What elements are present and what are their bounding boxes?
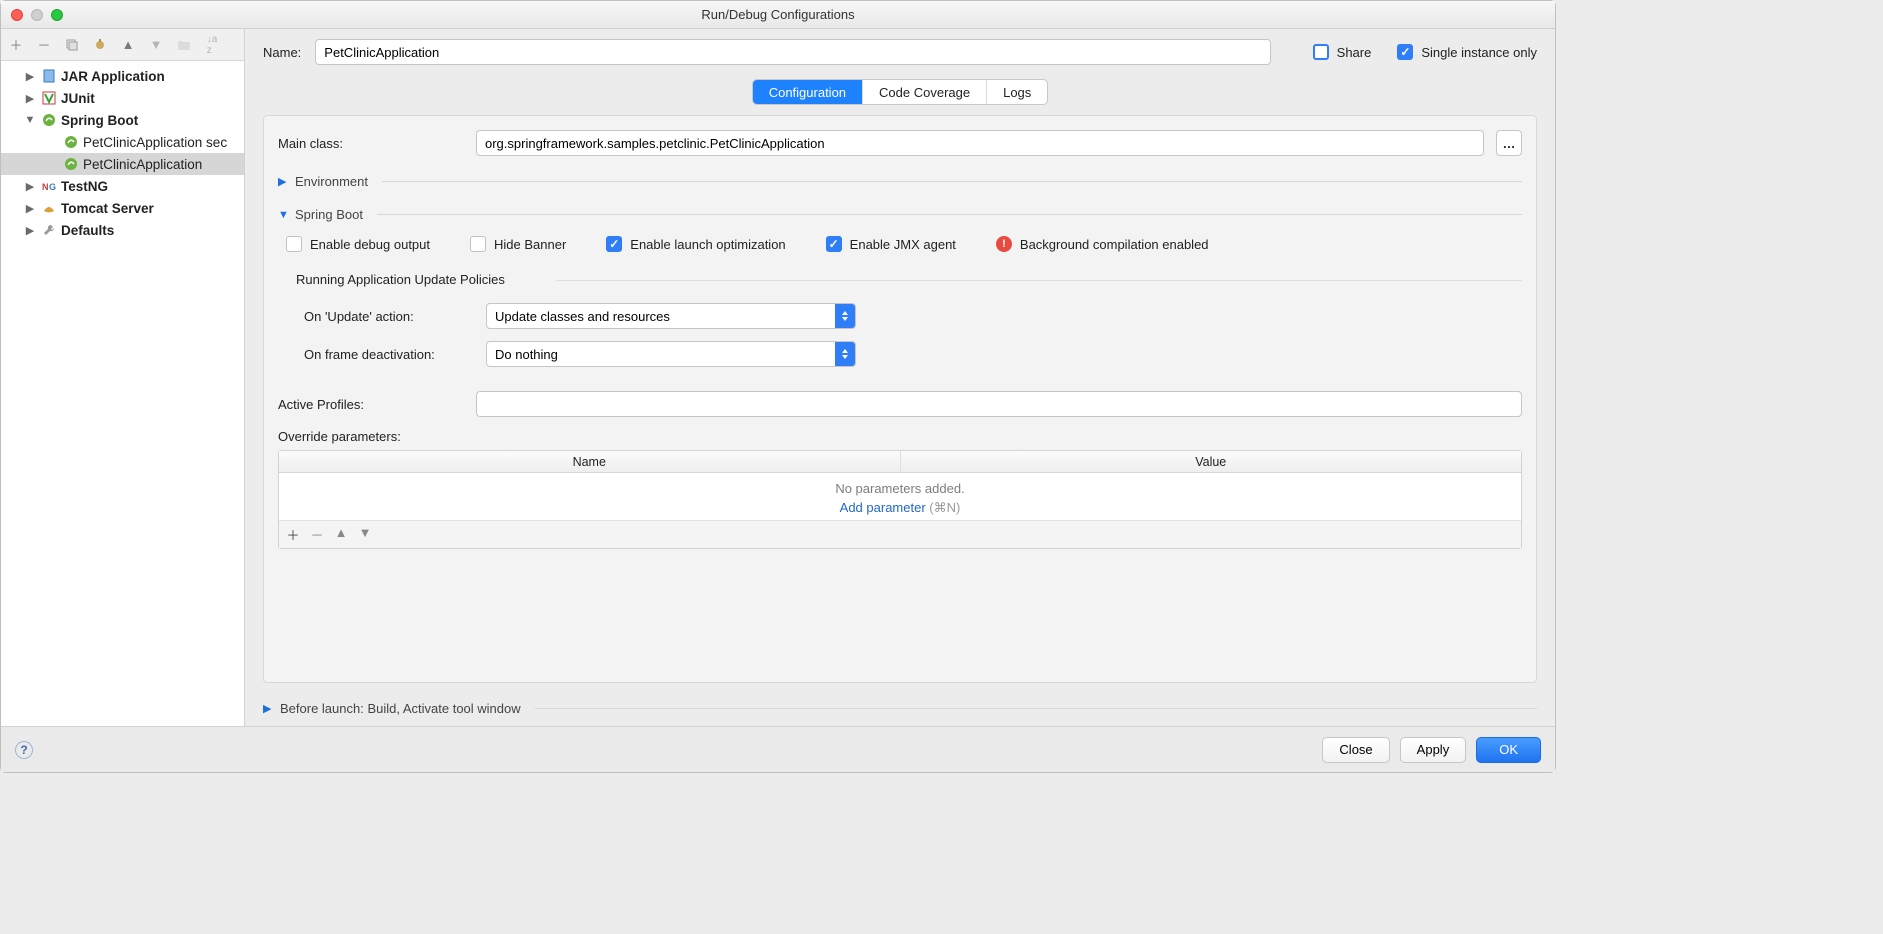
sidebar-toolbar: ＋ － ▲ ▼ ↓az bbox=[1, 29, 244, 61]
expand-icon[interactable]: ▶ bbox=[23, 92, 37, 105]
move-down-icon[interactable]: ▼ bbox=[147, 36, 165, 54]
hide-banner-label: Hide Banner bbox=[494, 237, 566, 252]
testng-icon: NG bbox=[41, 178, 57, 194]
configurations-tree[interactable]: ▶ JAR Application ▶ JUnit ▼ Spring Boot PetCli… bbox=[1, 61, 244, 726]
add-config-icon[interactable]: ＋ bbox=[7, 36, 25, 54]
tree-item[interactable]: PetClinicApplication sec bbox=[1, 131, 244, 153]
update-policies-title: Running Application Update Policies bbox=[296, 272, 1522, 287]
expand-icon[interactable]: ▶ bbox=[23, 70, 37, 83]
dialog-footer: ? Close Apply OK bbox=[1, 726, 1555, 772]
before-launch-section[interactable]: ▶ Before launch: Build, Activate tool wi… bbox=[263, 701, 1537, 716]
share-label: Share bbox=[1337, 45, 1372, 60]
enable-debug-checkbox[interactable] bbox=[286, 236, 302, 252]
svg-text:G: G bbox=[49, 182, 56, 192]
params-add-icon[interactable]: ＋ bbox=[285, 525, 301, 544]
copy-config-icon[interactable] bbox=[63, 36, 81, 54]
tree-item[interactable]: ▶ JUnit bbox=[1, 87, 244, 109]
tree-item-label: JAR Application bbox=[61, 69, 165, 84]
name-label: Name: bbox=[263, 45, 301, 60]
configuration-editor: Name: Share Single instance only Configu… bbox=[245, 29, 1555, 726]
params-up-icon[interactable]: ▲ bbox=[333, 525, 349, 544]
tree-item[interactable]: ▼ Spring Boot bbox=[1, 109, 244, 131]
jmx-checkbox[interactable] bbox=[826, 236, 842, 252]
tree-item-label: Tomcat Server bbox=[61, 201, 154, 216]
config-tabs: Configuration Code Coverage Logs bbox=[263, 79, 1537, 105]
tab-logs[interactable]: Logs bbox=[987, 80, 1047, 104]
tree-item[interactable]: ▶ Tomcat Server bbox=[1, 197, 244, 219]
single-instance-checkbox[interactable] bbox=[1397, 44, 1413, 60]
move-up-icon[interactable]: ▲ bbox=[119, 36, 137, 54]
spring-boot-section[interactable]: ▼ Spring Boot bbox=[278, 207, 1522, 222]
tree-item[interactable]: PetClinicApplication bbox=[1, 153, 244, 175]
warning-icon: ! bbox=[996, 236, 1012, 252]
params-empty-text: No parameters added. bbox=[279, 481, 1521, 496]
on-frame-label: On frame deactivation: bbox=[304, 347, 474, 362]
collapse-icon[interactable]: ▼ bbox=[23, 114, 37, 126]
enable-debug-label: Enable debug output bbox=[310, 237, 430, 252]
configurations-sidebar: ＋ － ▲ ▼ ↓az ▶ JAR Application ▶ JUnit ▼ Sprin… bbox=[1, 29, 245, 726]
params-col-value: Value bbox=[901, 451, 1522, 472]
active-profiles-field[interactable] bbox=[476, 391, 1522, 417]
junit-icon bbox=[41, 90, 57, 106]
ok-button[interactable]: OK bbox=[1476, 737, 1541, 763]
tab-configuration[interactable]: Configuration bbox=[753, 80, 863, 104]
expand-icon[interactable]: ▶ bbox=[23, 180, 37, 193]
main-class-label: Main class: bbox=[278, 136, 464, 151]
launch-opt-checkbox[interactable] bbox=[606, 236, 622, 252]
jmx-label: Enable JMX agent bbox=[850, 237, 956, 252]
window-title: Run/Debug Configurations bbox=[1, 7, 1555, 22]
edit-defaults-icon[interactable] bbox=[91, 36, 109, 54]
add-parameter-shortcut: (⌘N) bbox=[929, 500, 960, 515]
params-col-name: Name bbox=[279, 451, 901, 472]
expand-icon[interactable]: ▶ bbox=[23, 202, 37, 215]
folder-icon[interactable] bbox=[175, 36, 193, 54]
share-checkbox[interactable] bbox=[1313, 44, 1329, 60]
on-update-select[interactable]: Update classes and resources bbox=[486, 303, 856, 329]
tree-item[interactable]: ▶ JAR Application bbox=[1, 65, 244, 87]
tree-item-label: TestNG bbox=[61, 179, 108, 194]
environment-section[interactable]: ▶ Environment bbox=[278, 174, 1522, 189]
override-params-label: Override parameters: bbox=[278, 429, 1522, 444]
spring-icon bbox=[41, 112, 57, 128]
tree-item-label: JUnit bbox=[61, 91, 95, 106]
bg-compile-label: Background compilation enabled bbox=[1020, 237, 1209, 252]
tree-item-label: Spring Boot bbox=[61, 113, 138, 128]
expand-icon[interactable]: ▶ bbox=[23, 224, 37, 237]
wrench-icon bbox=[41, 222, 57, 238]
tab-code-coverage[interactable]: Code Coverage bbox=[863, 80, 987, 104]
params-remove-icon[interactable]: － bbox=[309, 525, 325, 544]
main-class-field[interactable] bbox=[476, 130, 1484, 156]
spring-icon bbox=[63, 134, 79, 150]
params-down-icon[interactable]: ▼ bbox=[357, 525, 373, 544]
close-button[interactable]: Close bbox=[1322, 737, 1389, 763]
active-profiles-label: Active Profiles: bbox=[278, 397, 464, 412]
tree-item-label: PetClinicApplication sec bbox=[83, 135, 227, 150]
tree-item[interactable]: ▶ Defaults bbox=[1, 219, 244, 241]
tree-item-label: PetClinicApplication bbox=[83, 157, 202, 172]
svg-text:N: N bbox=[42, 182, 49, 192]
sort-icon[interactable]: ↓az bbox=[203, 36, 221, 54]
remove-config-icon[interactable]: － bbox=[35, 36, 53, 54]
titlebar: Run/Debug Configurations bbox=[1, 1, 1555, 29]
expand-icon: ▶ bbox=[278, 175, 289, 188]
add-parameter-link[interactable]: Add parameter bbox=[840, 500, 926, 515]
override-params-table: Name Value No parameters added. Add para… bbox=[278, 450, 1522, 549]
hide-banner-checkbox[interactable] bbox=[470, 236, 486, 252]
launch-opt-label: Enable launch optimization bbox=[630, 237, 785, 252]
tomcat-icon bbox=[41, 200, 57, 216]
on-update-label: On 'Update' action: bbox=[304, 309, 474, 324]
help-button[interactable]: ? bbox=[15, 741, 33, 759]
jar-icon bbox=[41, 68, 57, 84]
browse-main-class-button[interactable]: … bbox=[1496, 130, 1522, 156]
single-instance-label: Single instance only bbox=[1421, 45, 1537, 60]
collapse-icon: ▼ bbox=[278, 209, 289, 221]
name-field[interactable] bbox=[315, 39, 1270, 65]
apply-button[interactable]: Apply bbox=[1400, 737, 1467, 763]
expand-icon: ▶ bbox=[263, 702, 274, 715]
spring-icon bbox=[63, 156, 79, 172]
on-frame-select[interactable]: Do nothing bbox=[486, 341, 856, 367]
tree-item[interactable]: ▶ NG TestNG bbox=[1, 175, 244, 197]
tree-item-label: Defaults bbox=[61, 223, 114, 238]
